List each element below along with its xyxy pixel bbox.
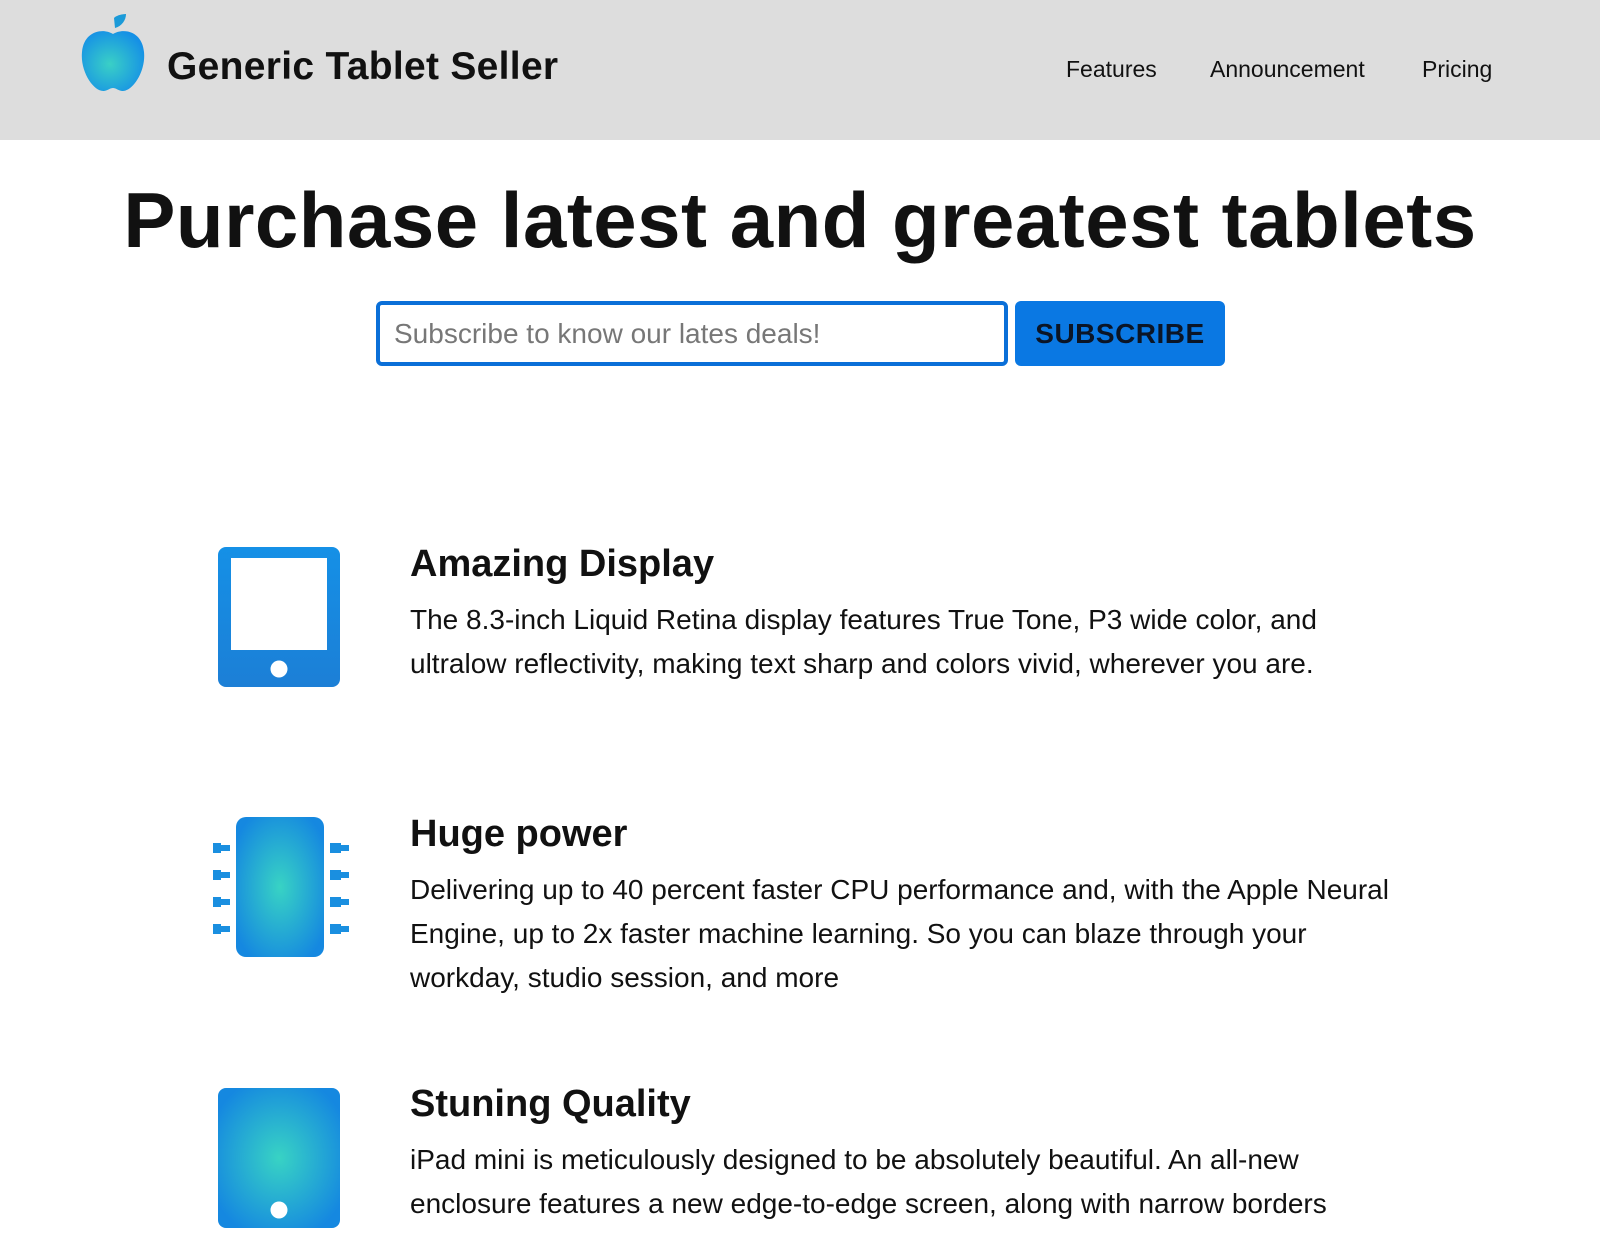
feature-title: Amazing Display — [410, 543, 715, 585]
tablet-glow-icon — [218, 1088, 340, 1228]
subscribe-email-input[interactable] — [376, 301, 1008, 366]
subscribe-button[interactable]: SUBSCRIBE — [1015, 301, 1225, 366]
hero-title: Purchase latest and greatest tablets — [123, 176, 1477, 264]
nav-pricing[interactable]: Pricing — [1422, 56, 1492, 83]
apple-icon[interactable] — [78, 14, 148, 94]
feature-text: iPad mini is meticulously designed to be… — [410, 1144, 1327, 1219]
feature-title: Huge power — [410, 813, 628, 855]
feature-text: Delivering up to 40 percent faster CPU p… — [410, 874, 1389, 993]
feature-title: Stuning Quality — [410, 1083, 691, 1125]
site-header: Generic Tablet Seller Features Announcem… — [0, 0, 1600, 140]
brand-name[interactable]: Generic Tablet Seller — [167, 45, 558, 89]
feature-text: The 8.3-inch Liquid Retina display featu… — [410, 604, 1317, 679]
tablet-icon — [218, 547, 340, 687]
nav-features[interactable]: Features — [1066, 56, 1157, 83]
chip-icon — [213, 817, 349, 957]
nav-announcement[interactable]: Announcement — [1210, 56, 1365, 83]
